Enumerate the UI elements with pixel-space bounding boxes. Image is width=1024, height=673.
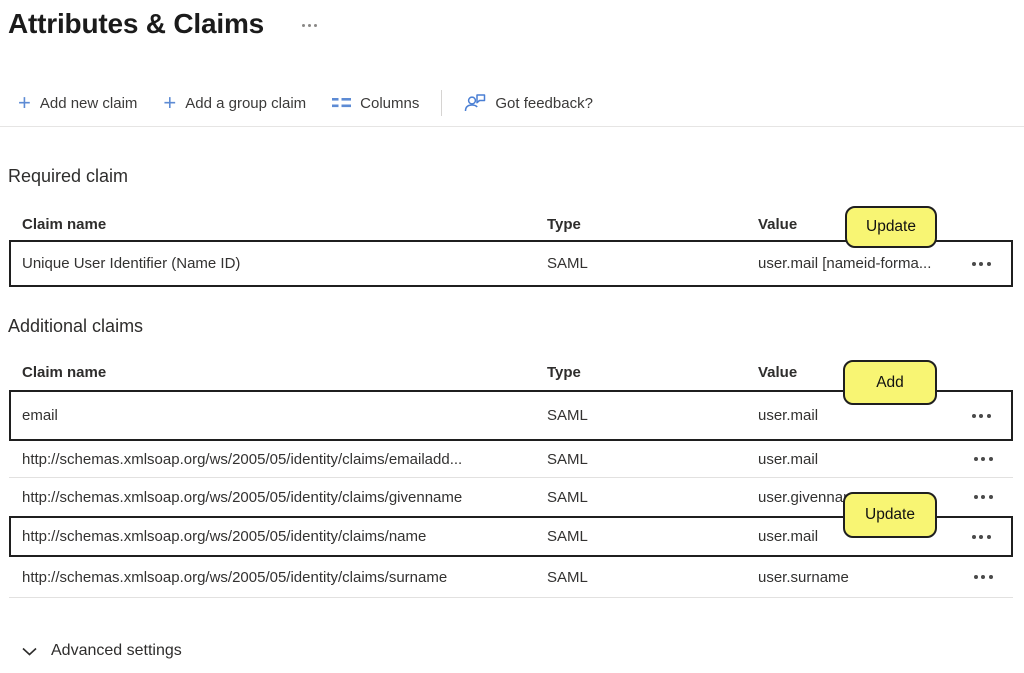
column-header-type: Type <box>547 216 758 233</box>
claim-value-cell: user.surname <box>758 569 953 586</box>
page-title: Attributes & Claims <box>8 8 264 40</box>
dot <box>972 414 976 418</box>
dot <box>987 262 991 266</box>
dot <box>989 575 993 579</box>
dot <box>981 575 985 579</box>
page-more-menu-icon[interactable] <box>300 22 319 29</box>
claim-type-cell: SAML <box>547 569 758 586</box>
dot <box>979 262 983 266</box>
additional-claims-section-title: Additional claims <box>8 316 143 337</box>
dot <box>987 414 991 418</box>
claim-type-cell: SAML <box>547 489 758 506</box>
dot <box>979 535 983 539</box>
dot <box>987 535 991 539</box>
annotation-callout-update-name: Update <box>843 492 937 538</box>
claim-type-cell: SAML <box>547 407 758 424</box>
row-actions-menu-icon[interactable] <box>968 408 995 424</box>
page-header: Attributes & Claims <box>8 8 319 40</box>
dot <box>972 262 976 266</box>
feedback-button[interactable]: Got feedback? <box>464 93 593 113</box>
add-group-claim-label: Add a group claim <box>185 95 306 112</box>
add-group-claim-button[interactable]: + Add a group claim <box>163 93 306 113</box>
dot <box>974 575 978 579</box>
claim-value-cell: user.mail <box>758 451 953 468</box>
annotation-label: Add <box>876 374 904 392</box>
claim-name-cell[interactable]: http://schemas.xmlsoap.org/ws/2005/05/id… <box>22 528 547 545</box>
claim-type-cell: SAML <box>547 255 758 272</box>
row-actions-menu-icon[interactable] <box>970 489 997 505</box>
dot <box>981 457 985 461</box>
advanced-settings-toggle[interactable]: Advanced settings <box>22 642 182 660</box>
claim-type-cell: SAML <box>547 451 758 468</box>
plus-icon: + <box>18 93 31 113</box>
dot <box>302 24 305 27</box>
claim-name-cell[interactable]: http://schemas.xmlsoap.org/ws/2005/05/id… <box>22 569 547 586</box>
add-new-claim-label: Add new claim <box>40 95 138 112</box>
columns-button[interactable]: Columns <box>332 95 419 112</box>
dot <box>989 457 993 461</box>
add-new-claim-button[interactable]: + Add new claim <box>18 93 137 113</box>
advanced-settings-label: Advanced settings <box>51 642 182 660</box>
annotation-callout-add-email: Add <box>843 360 937 405</box>
command-bar: + Add new claim + Add a group claim Colu… <box>18 88 593 118</box>
row-actions-menu-icon[interactable] <box>970 569 997 585</box>
claim-type-cell: SAML <box>547 528 758 545</box>
claim-row-emailaddress[interactable]: http://schemas.xmlsoap.org/ws/2005/05/id… <box>9 441 1013 478</box>
dot <box>974 495 978 499</box>
dot <box>314 24 317 27</box>
toolbar-divider <box>441 90 442 116</box>
annotation-callout-update-required: Update <box>845 206 937 248</box>
row-actions-menu-icon[interactable] <box>970 451 997 467</box>
columns-icon <box>332 97 351 110</box>
claim-name-cell[interactable]: http://schemas.xmlsoap.org/ws/2005/05/id… <box>22 489 547 506</box>
claim-name-cell[interactable]: Unique User Identifier (Name ID) <box>22 255 547 272</box>
dot <box>972 535 976 539</box>
toolbar-separator <box>0 126 1024 127</box>
required-claim-section-title: Required claim <box>8 166 128 187</box>
dot <box>308 24 311 27</box>
claim-row-surname[interactable]: http://schemas.xmlsoap.org/ws/2005/05/id… <box>9 557 1013 598</box>
claim-name-cell[interactable]: email <box>22 407 547 424</box>
claim-value-cell: user.mail <box>758 407 951 424</box>
columns-label: Columns <box>360 95 419 112</box>
row-actions-menu-icon[interactable] <box>968 529 995 545</box>
row-actions-menu-icon[interactable] <box>968 256 995 272</box>
feedback-label: Got feedback? <box>495 95 593 112</box>
feedback-icon <box>464 93 486 113</box>
claim-name-cell[interactable]: http://schemas.xmlsoap.org/ws/2005/05/id… <box>22 451 547 468</box>
column-header-type: Type <box>547 364 758 381</box>
chevron-down-icon <box>22 647 37 656</box>
dot <box>989 495 993 499</box>
dot <box>981 495 985 499</box>
annotation-label: Update <box>865 506 915 524</box>
claim-value-cell: user.mail [nameid-forma... <box>758 255 951 272</box>
dot <box>979 414 983 418</box>
plus-icon: + <box>163 93 176 113</box>
column-header-claim-name: Claim name <box>22 216 547 233</box>
dot <box>974 457 978 461</box>
column-header-claim-name: Claim name <box>22 364 547 381</box>
annotation-label: Update <box>866 218 916 236</box>
